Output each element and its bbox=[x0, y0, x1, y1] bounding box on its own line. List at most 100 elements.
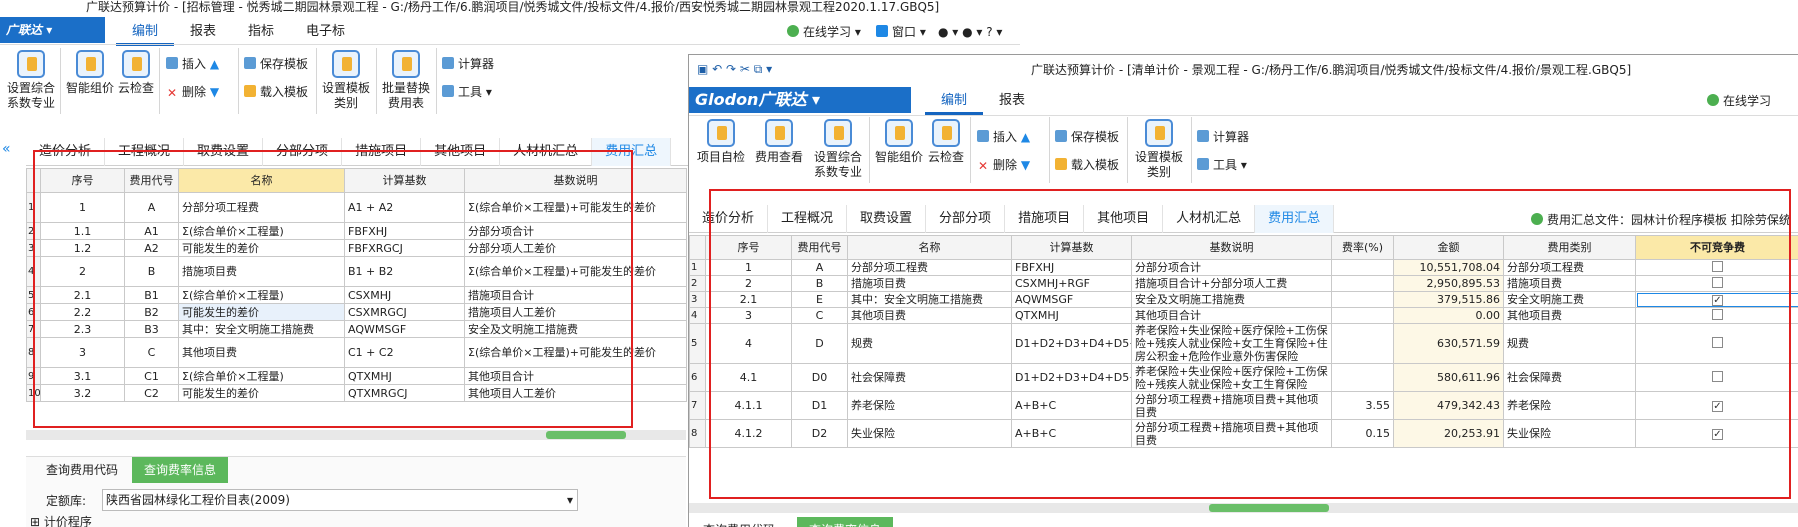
name-cell[interactable]: 可能发生的差价 bbox=[178, 384, 345, 402]
non-competitive-checkbox[interactable] bbox=[1712, 260, 1723, 272]
name-cell[interactable]: 社会保障费 bbox=[847, 363, 1012, 392]
rate-cell[interactable] bbox=[1331, 307, 1394, 324]
table-row[interactable]: 10 3.2 C2 可能发生的差价 QTXMRGCJ 其他项目人工差价 bbox=[26, 384, 687, 402]
tree-item-pricing-program[interactable]: ⊞ 计价程序 bbox=[30, 514, 92, 527]
code-cell[interactable]: E bbox=[791, 291, 848, 308]
front-tab-other[interactable]: 其他项目 bbox=[1084, 205, 1164, 233]
quota-lib-select[interactable]: 陕西省园林绿化工程价目表(2009) ▾ bbox=[102, 489, 578, 511]
seq-cell[interactable]: 3.2 bbox=[40, 384, 125, 402]
table-row[interactable]: 4 2 B 措施项目费 B1 + B2 Σ(综合单价×工程量)+可能发生的差价 bbox=[26, 256, 687, 287]
name-cell[interactable]: 规费 bbox=[847, 323, 1012, 364]
non-competitive-checkbox[interactable] bbox=[1712, 276, 1723, 288]
code-cell[interactable]: C bbox=[791, 307, 848, 324]
name-cell[interactable]: Σ(综合单价×工程量) bbox=[178, 222, 345, 240]
front-query-rate-tab[interactable]: 查询费率信息 bbox=[797, 517, 894, 527]
back-menu-index[interactable]: 指标 bbox=[232, 19, 290, 45]
desc-cell[interactable]: 其他项目人工差价 bbox=[464, 384, 687, 402]
front-set-coeff-button[interactable]: 设置综合 系数专业 bbox=[809, 119, 867, 180]
name-cell[interactable]: Σ(综合单价×工程量) bbox=[178, 367, 345, 385]
name-cell[interactable]: 可能发生的差价 bbox=[178, 239, 345, 257]
amount-cell[interactable]: 630,571.59 bbox=[1393, 323, 1504, 364]
desc-cell[interactable]: Σ(综合单价×工程量)+可能发生的差价 bbox=[464, 192, 687, 223]
table-row[interactable]: 64.1D0社会保障费D1+D2+D3+D4+D5+D6养老保险+失业保险+医疗… bbox=[689, 363, 1798, 392]
back-tab-cost-analysis[interactable]: 造价分析 bbox=[26, 138, 106, 166]
name-cell[interactable]: 分部分项工程费 bbox=[178, 192, 345, 223]
back-tab-items[interactable]: 分部分项 bbox=[263, 138, 343, 166]
amount-cell[interactable]: 20,253.91 bbox=[1393, 419, 1504, 448]
non-competitive-cell[interactable] bbox=[1635, 307, 1798, 324]
name-cell[interactable]: 分部分项工程费 bbox=[847, 259, 1012, 276]
front-menu-edit[interactable]: 编制 bbox=[925, 90, 984, 115]
back-tab-materials[interactable]: 人材机汇总 bbox=[500, 138, 593, 166]
desc-cell[interactable]: 其他项目合计 bbox=[464, 367, 687, 385]
front-tab-cost-analysis[interactable]: 造价分析 bbox=[689, 205, 769, 233]
base-cell[interactable]: AQWMSGF bbox=[1011, 291, 1132, 308]
seq-cell[interactable]: 2.1 bbox=[705, 291, 792, 308]
desc-cell[interactable]: 其他项目合计 bbox=[1131, 307, 1332, 324]
table-row[interactable]: 3 2.1 E 其中：安全文明施工措施费 AQWMSGF 安全及文明施工措施费 379,51… bbox=[689, 291, 1798, 308]
desc-cell[interactable]: 分部分项合计 bbox=[464, 222, 687, 240]
name-cell[interactable]: Σ(综合单价×工程量) bbox=[178, 286, 345, 304]
front-tab-fee-summary[interactable]: 费用汇总 bbox=[1255, 205, 1335, 233]
base-cell[interactable]: A+B+C bbox=[1011, 391, 1132, 420]
table-row[interactable]: 1 1 A 分部分项工程费 FBFXHJ 分部分项合计 10,551,708.04 分部分项工… bbox=[689, 259, 1798, 276]
table-row[interactable]: 6 2.2 B2 可能发生的差价 CSXMRGCJ 措施项目人工差价 bbox=[26, 303, 687, 321]
back-window-menu[interactable]: 窗口 ▾ bbox=[876, 24, 926, 40]
category-cell[interactable]: 其他项目费 bbox=[1503, 307, 1636, 324]
seq-cell[interactable]: 1 bbox=[705, 259, 792, 276]
name-cell[interactable]: 其他项目费 bbox=[178, 337, 345, 368]
front-tab-items[interactable]: 分部分项 bbox=[926, 205, 1006, 233]
desc-cell[interactable]: 措施项目合计+分部分项人工费 bbox=[1131, 275, 1332, 292]
base-cell[interactable]: C1 + C2 bbox=[344, 337, 465, 368]
back-batch-replace-button[interactable]: 批量替换 费用表 bbox=[378, 50, 434, 111]
name-cell[interactable]: 其中：安全文明施工措施费 bbox=[178, 320, 345, 338]
table-row[interactable]: 4 3 C 其他项目费 QTXMHJ 其他项目合计 0.00 其他项目费 bbox=[689, 307, 1798, 324]
back-delete-button[interactable]: ✕ 删除 ▼ bbox=[166, 84, 219, 100]
front-insert-button[interactable]: 插入 ▲ bbox=[977, 129, 1030, 145]
back-query-rate-tab[interactable]: 查询费率信息 bbox=[132, 457, 229, 483]
code-cell[interactable]: A2 bbox=[124, 239, 179, 257]
table-row[interactable]: 2 1.1 A1 Σ(综合单价×工程量) FBFXHJ 分部分项合计 bbox=[26, 222, 687, 240]
seq-cell[interactable]: 4.1.1 bbox=[705, 391, 792, 420]
seq-cell[interactable]: 1.1 bbox=[40, 222, 125, 240]
collapse-left-icon[interactable]: « bbox=[2, 141, 11, 157]
code-cell[interactable]: D1 bbox=[791, 391, 848, 420]
base-cell[interactable]: A1 + A2 bbox=[344, 192, 465, 223]
front-tab-overview[interactable]: 工程概况 bbox=[768, 205, 848, 233]
non-competitive-cell[interactable]: ✓ bbox=[1635, 291, 1798, 308]
non-competitive-checkbox[interactable] bbox=[1712, 308, 1723, 320]
table-row[interactable]: 8 4.1.2 D2 失业保险 A+B+C 分部分项工程费+措施项目费+其他项目费 0.15… bbox=[689, 419, 1798, 448]
back-menu-report[interactable]: 报表 bbox=[174, 19, 232, 45]
table-row[interactable]: 8 3 C 其他项目费 C1 + C2 Σ(综合单价×工程量)+可能发生的差价 bbox=[26, 337, 687, 368]
front-delete-button[interactable]: ✕ 删除 ▼ bbox=[977, 157, 1030, 173]
non-competitive-checkbox[interactable]: ✓ bbox=[1712, 295, 1723, 306]
front-horizontal-scrollbar[interactable] bbox=[689, 503, 1798, 513]
code-cell[interactable]: B1 bbox=[124, 286, 179, 304]
rate-cell[interactable] bbox=[1331, 275, 1394, 292]
front-tab-materials[interactable]: 人材机汇总 bbox=[1163, 205, 1256, 233]
table-row[interactable]: 54D规费D1+D2+D3+D4+D5+D6+D7+D8养老保险+失业保险+医疗… bbox=[689, 323, 1798, 364]
name-cell[interactable]: 措施项目费 bbox=[178, 256, 345, 287]
back-smart-pricing-button[interactable]: 智能组价 bbox=[64, 50, 116, 96]
category-cell[interactable]: 养老保险 bbox=[1503, 391, 1636, 420]
base-cell[interactable]: AQWMSGF bbox=[344, 320, 465, 338]
seq-cell[interactable]: 3.1 bbox=[40, 367, 125, 385]
base-cell[interactable]: D1+D2+D3+D4+D5+D6 bbox=[1011, 363, 1132, 392]
rate-cell[interactable]: 0.15 bbox=[1331, 419, 1394, 448]
front-template-category-button[interactable]: 设置模板 类别 bbox=[1131, 119, 1187, 180]
rate-cell[interactable] bbox=[1331, 291, 1394, 308]
category-cell[interactable]: 规费 bbox=[1503, 323, 1636, 364]
rate-cell[interactable] bbox=[1331, 363, 1394, 392]
back-template-category-button[interactable]: 设置模板 类别 bbox=[320, 50, 372, 111]
category-cell[interactable]: 失业保险 bbox=[1503, 419, 1636, 448]
table-row[interactable]: 9 3.1 C1 Σ(综合单价×工程量) QTXMHJ 其他项目合计 bbox=[26, 367, 687, 385]
category-cell[interactable]: 措施项目费 bbox=[1503, 275, 1636, 292]
seq-cell[interactable]: 2 bbox=[705, 275, 792, 292]
base-cell[interactable]: QTXMRGCJ bbox=[344, 384, 465, 402]
back-tab-overview[interactable]: 工程概况 bbox=[105, 138, 185, 166]
back-app-logo[interactable]: 广联达 ▾ bbox=[0, 17, 105, 43]
back-menu-ebid[interactable]: 电子标 bbox=[290, 19, 361, 45]
desc-cell[interactable]: 养老保险+失业保险+医疗保险+工伤保险+残疾人就业保险+女工生育保险 bbox=[1131, 363, 1332, 392]
amount-cell[interactable]: 580,611.96 bbox=[1393, 363, 1504, 392]
category-cell[interactable]: 安全文明施工费 bbox=[1503, 291, 1636, 308]
